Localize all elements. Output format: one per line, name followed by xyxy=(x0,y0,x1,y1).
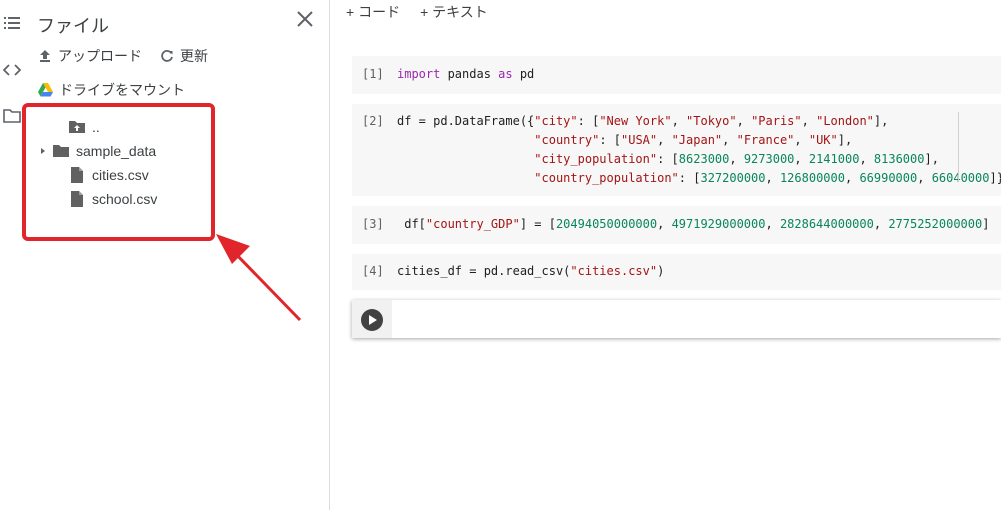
cell-execution-count: [4] xyxy=(362,264,384,278)
cell-execution-count: [2] xyxy=(362,114,384,128)
code-cell-2[interactable]: [2] df = pd.DataFrame({"city": ["New Yor… xyxy=(352,104,1001,196)
code-cell-4[interactable]: [4] cities_df = pd.read_csv("cities.csv"… xyxy=(352,254,1001,290)
cell-code[interactable]: import pandas as pd xyxy=(397,65,534,84)
google-drive-icon xyxy=(38,83,53,97)
cell-code[interactable]: df = pd.DataFrame({"city": ["New York", … xyxy=(397,112,1001,188)
refresh-button[interactable]: 更新 xyxy=(160,46,208,66)
cell-code[interactable]: df["country_GDP"] = [20494050000000, 497… xyxy=(397,215,989,234)
cell-code[interactable]: cities_df = pd.read_csv("cities.csv") xyxy=(397,262,664,281)
close-icon[interactable] xyxy=(294,8,316,30)
add-text-button[interactable]: + テキスト xyxy=(420,2,488,24)
cell-execution-count: [3] xyxy=(362,217,384,231)
add-code-button[interactable]: + コード xyxy=(346,2,400,24)
upload-button[interactable]: アップロード xyxy=(38,46,142,66)
highlight-box xyxy=(22,103,215,241)
panel-title: ファイル xyxy=(37,16,109,36)
mount-drive-button[interactable]: ドライブをマウント xyxy=(38,80,185,100)
upload-icon xyxy=(40,50,50,62)
code-cell-1[interactable]: [1] import pandas as pd xyxy=(352,56,1001,94)
code-cell-3[interactable]: [3] df["country_GDP"] = [20494050000000,… xyxy=(352,206,1001,244)
mount-drive-label: ドライブをマウント xyxy=(59,82,185,98)
cell-execution-count: [1] xyxy=(362,67,384,81)
refresh-label: 更新 xyxy=(180,48,208,64)
run-cell-button[interactable] xyxy=(361,309,383,331)
empty-code-cell[interactable] xyxy=(352,300,1001,338)
annotation-arrow-icon xyxy=(216,234,302,322)
upload-label: アップロード xyxy=(58,48,142,64)
files-folder-icon[interactable] xyxy=(3,107,21,125)
table-of-contents-icon[interactable] xyxy=(3,14,21,32)
code-snippets-icon[interactable] xyxy=(3,61,21,79)
cell-scroll-divider xyxy=(958,112,959,182)
icon-rail xyxy=(0,0,24,510)
refresh-icon xyxy=(161,50,173,62)
notebook-toolbar: + コード + テキスト xyxy=(346,2,508,24)
